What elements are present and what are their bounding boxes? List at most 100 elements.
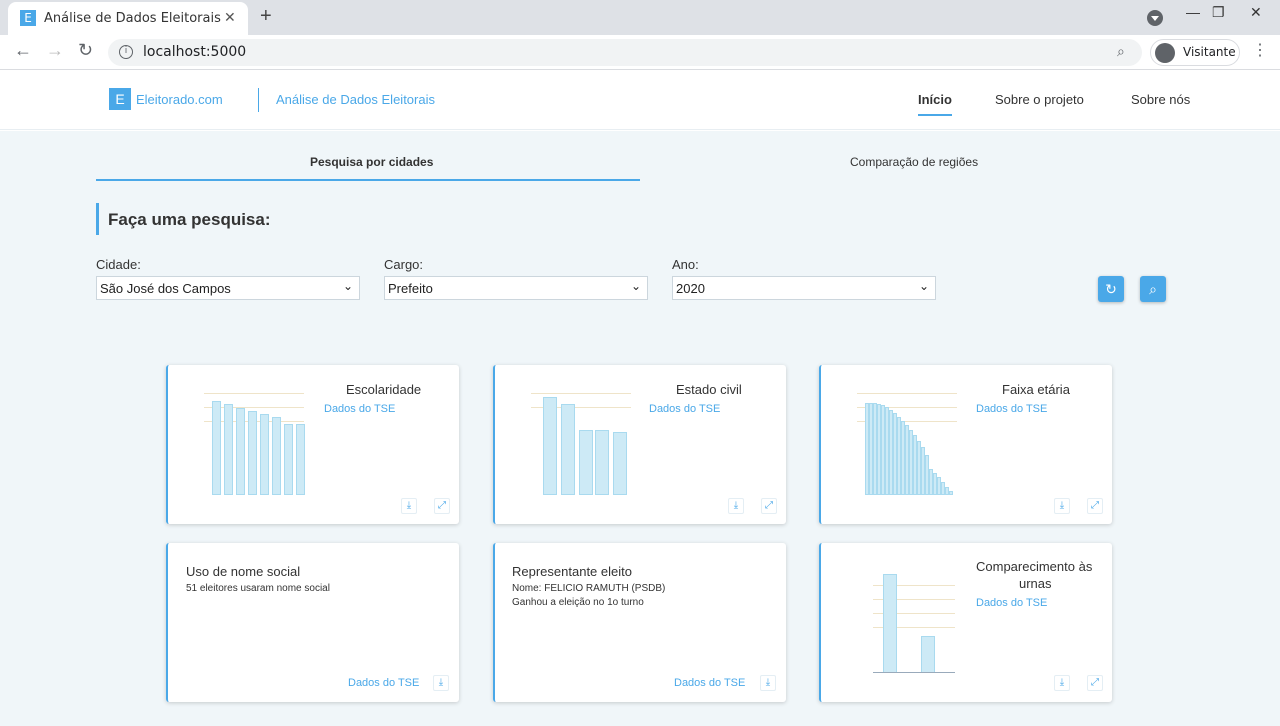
grid-line xyxy=(857,393,957,394)
refresh-icon: ↻ xyxy=(1105,281,1117,297)
expand-icon[interactable]: ⤢ xyxy=(1087,675,1103,691)
app-header: E Eleitorado.com Análise de Dados Eleito… xyxy=(0,71,1280,130)
refresh-button[interactable]: ↻ xyxy=(1098,276,1124,302)
forward-icon[interactable]: → xyxy=(46,40,64,61)
tab-comparacao-regioes[interactable]: Comparação de regiões xyxy=(850,155,978,169)
estado-civil-mini-chart xyxy=(531,393,631,495)
tse-link[interactable]: Dados do TSE xyxy=(649,403,720,415)
logo-icon[interactable]: E xyxy=(109,88,131,110)
chart-bar xyxy=(561,404,575,495)
card-representante-eleito: Representante eleito Nome: FELICIO RAMUT… xyxy=(493,543,786,702)
chart-bar xyxy=(595,430,609,495)
card-title: Faixa etária xyxy=(1002,382,1070,397)
chart-bar xyxy=(236,408,245,495)
card-title: Representante eleito xyxy=(512,564,632,579)
tse-link[interactable]: Dados do TSE xyxy=(324,403,395,415)
year-value: 2020 xyxy=(676,281,705,296)
back-icon[interactable]: ← xyxy=(14,40,32,61)
info-icon[interactable]: i xyxy=(119,45,133,59)
chart-axis xyxy=(873,672,955,673)
nav-inicio[interactable]: Início xyxy=(918,92,952,107)
zoom-icon[interactable]: ⌕ xyxy=(1117,43,1125,60)
chart-bar xyxy=(543,397,557,495)
download-icon[interactable]: ⤓ xyxy=(728,498,744,514)
chart-bar xyxy=(272,417,281,495)
expand-icon[interactable]: ⤢ xyxy=(1087,498,1103,514)
role-label: Cargo: xyxy=(384,257,424,272)
chevron-down-icon: ⌄ xyxy=(342,279,353,293)
reload-icon[interactable]: ↻ xyxy=(78,40,93,61)
faixa-etaria-mini-chart xyxy=(857,393,957,495)
chart-bar xyxy=(883,574,897,673)
profile-button[interactable]: Visitante xyxy=(1150,39,1240,66)
elected-result: Ganhou a eleição no 1o turno xyxy=(512,597,644,608)
restore-icon[interactable]: ❐ xyxy=(1212,4,1225,21)
close-icon[interactable]: ✕ xyxy=(224,9,236,26)
card-text: 51 eleitores usaram nome social xyxy=(186,583,330,594)
main-content: Pesquisa por cidades Comparação de regiõ… xyxy=(0,131,1280,726)
search-icon: ⌕ xyxy=(1149,281,1157,297)
chart-bar xyxy=(296,424,305,495)
minimize-icon[interactable]: — xyxy=(1186,4,1200,20)
tse-link[interactable]: Dados do TSE xyxy=(976,403,1047,415)
city-label: Cidade: xyxy=(96,257,141,272)
chart-bar xyxy=(224,404,233,495)
city-select[interactable]: São José dos Campos ⌄ xyxy=(96,276,360,300)
chart-bar xyxy=(248,411,257,495)
card-escolaridade: Escolaridade Dados do TSE ⤓ ⤢ xyxy=(166,365,459,524)
new-tab-icon[interactable]: + xyxy=(260,5,272,28)
year-label: Ano: xyxy=(672,257,699,272)
card-title: Estado civil xyxy=(676,382,742,397)
logo-text[interactable]: Eleitorado.com xyxy=(136,92,223,107)
favicon-icon: E xyxy=(20,10,36,26)
chart-bar xyxy=(212,401,221,495)
download-icon[interactable]: ⤓ xyxy=(433,675,449,691)
download-icon[interactable]: ⤓ xyxy=(401,498,417,514)
subtab-active-indicator xyxy=(96,179,640,181)
section-accent xyxy=(96,203,99,235)
card-title: Uso de nome social xyxy=(186,564,301,579)
card-estado-civil: Estado civil Dados do TSE ⤓ ⤢ xyxy=(493,365,786,524)
tse-link[interactable]: Dados do TSE xyxy=(976,597,1047,609)
url-text: localhost:5000 xyxy=(143,44,247,60)
tab-title: Análise de Dados Eleitorais xyxy=(44,11,221,26)
tab-pesquisa-cidades[interactable]: Pesquisa por cidades xyxy=(310,155,433,169)
nav-sobre-projeto[interactable]: Sobre o projeto xyxy=(995,92,1084,107)
window-close-icon[interactable]: ✕ xyxy=(1250,4,1262,21)
card-title-line1: Comparecimento às xyxy=(976,559,1093,574)
page-title: Faça uma pesquisa: xyxy=(108,210,271,229)
comparecimento-mini-chart xyxy=(873,571,955,673)
expand-icon[interactable]: ⤢ xyxy=(434,498,450,514)
chevron-down-icon: ⌄ xyxy=(918,279,929,293)
chart-bar xyxy=(613,432,627,495)
tab-search-icon[interactable] xyxy=(1147,10,1163,26)
app-subtitle: Análise de Dados Eleitorais xyxy=(276,92,435,107)
browser-tab-bar: E Análise de Dados Eleitorais ✕ + — ❐ ✕ xyxy=(0,0,1280,35)
chart-bar xyxy=(949,491,953,495)
tse-link[interactable]: Dados do TSE xyxy=(674,677,745,689)
expand-icon[interactable]: ⤢ xyxy=(761,498,777,514)
grid-line xyxy=(204,393,304,394)
card-nome-social: Uso de nome social 51 eleitores usaram n… xyxy=(166,543,459,702)
nav-sobre-nos[interactable]: Sobre nós xyxy=(1131,92,1190,107)
chart-bar xyxy=(579,430,593,495)
year-select[interactable]: 2020 ⌄ xyxy=(672,276,936,300)
search-button[interactable]: ⌕ xyxy=(1140,276,1166,302)
browser-tab[interactable]: E Análise de Dados Eleitorais ✕ xyxy=(8,2,248,35)
card-title-line2: urnas xyxy=(1019,576,1052,591)
download-icon[interactable]: ⤓ xyxy=(760,675,776,691)
city-value: São José dos Campos xyxy=(100,281,231,296)
card-title: Escolaridade xyxy=(346,382,422,397)
address-bar[interactable]: i localhost:5000 ⌕ xyxy=(108,39,1142,66)
download-icon[interactable]: ⤓ xyxy=(1054,675,1070,691)
grid-line xyxy=(531,393,631,394)
menu-icon[interactable]: ⋮ xyxy=(1252,40,1268,60)
download-icon[interactable]: ⤓ xyxy=(1054,498,1070,514)
nav-active-indicator xyxy=(918,114,952,116)
header-divider xyxy=(258,88,259,112)
elected-name: Nome: FELICIO RAMUTH (PSDB) xyxy=(512,583,666,594)
chevron-down-icon: ⌄ xyxy=(630,279,641,293)
role-select[interactable]: Prefeito ⌄ xyxy=(384,276,648,300)
escolaridade-mini-chart xyxy=(204,393,305,495)
tse-link[interactable]: Dados do TSE xyxy=(348,677,419,689)
